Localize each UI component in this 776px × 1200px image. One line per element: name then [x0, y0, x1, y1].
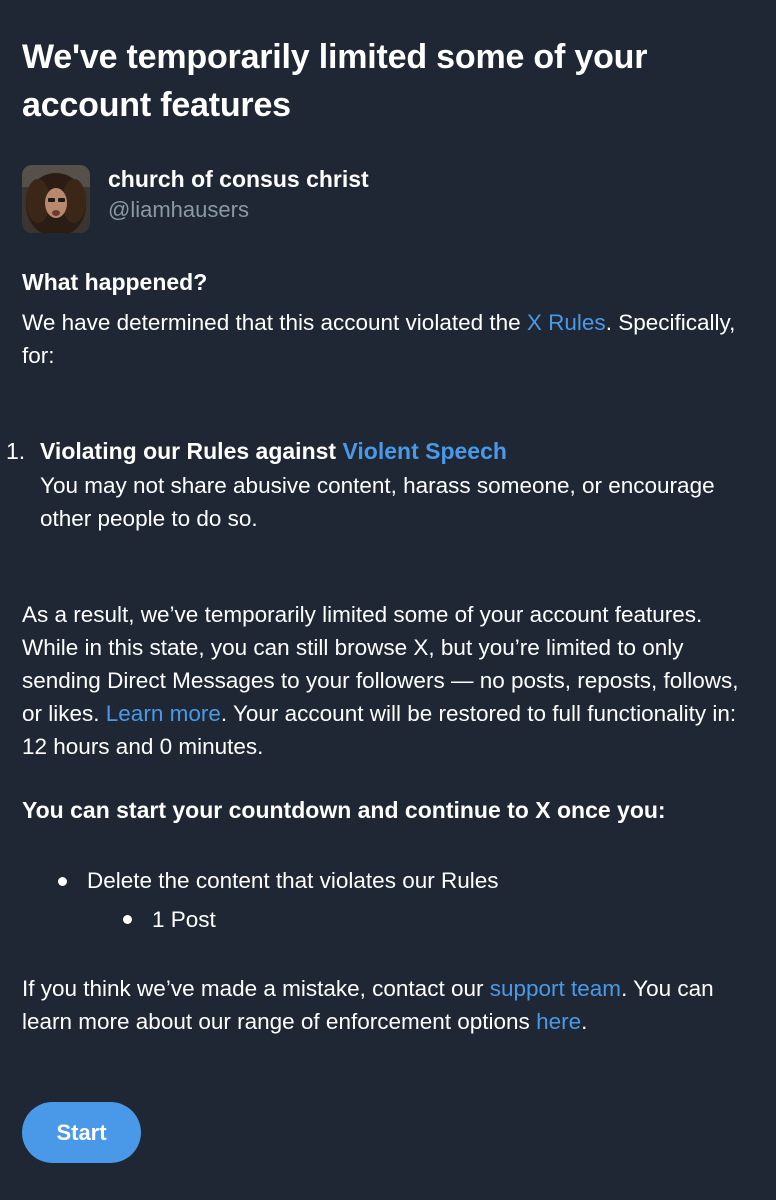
sub-bullet-icon — [123, 915, 132, 924]
footer-text-start: If you think we’ve made a mistake, conta… — [22, 976, 490, 1001]
start-button[interactable]: Start — [22, 1102, 141, 1163]
support-team-link[interactable]: support team — [490, 976, 621, 1001]
x-rules-link[interactable]: X Rules — [527, 310, 606, 335]
what-happened-text-start: We have determined that this account vio… — [22, 310, 527, 335]
what-happened-text: We have determined that this account vio… — [22, 306, 762, 372]
what-happened-heading: What happened? — [22, 269, 208, 295]
violation-title: Violating our Rules against Violent Spee… — [40, 435, 507, 468]
bullet-icon — [58, 877, 67, 886]
learn-more-link[interactable]: Learn more — [106, 701, 221, 726]
violation-number: 1. — [6, 438, 26, 464]
condition-item: Delete the content that violates our Rul… — [87, 868, 499, 893]
avatar-image — [22, 165, 90, 233]
result-text: As a result, we’ve temporarily limited s… — [22, 598, 762, 763]
account-limited-page: We've temporarily limited some of your a… — [0, 0, 776, 1200]
enforcement-options-link[interactable]: here — [536, 1009, 581, 1034]
footer-text: If you think we’ve made a mistake, conta… — [22, 972, 762, 1038]
account-display-name: church of consus christ — [108, 166, 369, 192]
violation-title-text: Violating our Rules against — [40, 438, 343, 464]
footer-text-end: . — [581, 1009, 588, 1034]
avatar — [22, 165, 90, 233]
conditions-heading: You can start your countdown and continu… — [22, 797, 666, 823]
condition-sub-item: 1 Post — [152, 907, 216, 932]
violent-speech-link[interactable]: Violent Speech — [342, 438, 506, 464]
page-title: We've temporarily limited some of your a… — [22, 38, 648, 124]
account-handle: @liamhausers — [108, 197, 249, 222]
violation-description: You may not share abusive content, haras… — [40, 473, 715, 531]
